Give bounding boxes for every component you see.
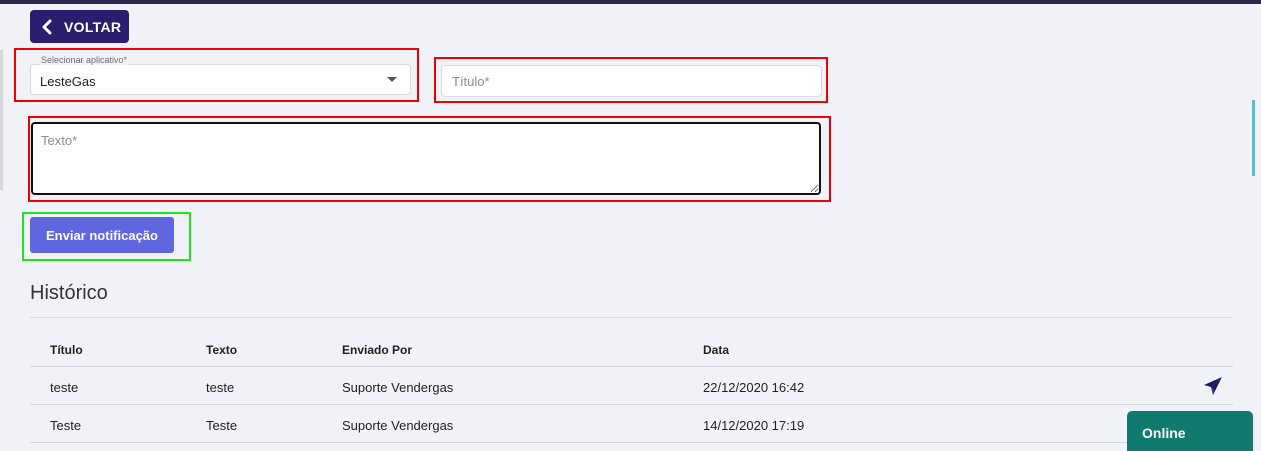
column-header-titulo: Título xyxy=(50,343,83,357)
row-titulo: Teste xyxy=(50,418,82,433)
text-textarea[interactable] xyxy=(31,122,821,195)
table-row: Teste Teste Suporte Vendergas 14/12/2020… xyxy=(30,405,1233,443)
online-chat-badge[interactable]: Online xyxy=(1127,411,1253,451)
column-header-texto: Texto xyxy=(206,343,238,357)
history-table: Título Texto Enviado Por Data teste test… xyxy=(30,329,1233,443)
app-select[interactable]: LesteGas xyxy=(30,64,411,95)
back-button[interactable]: VOLTAR xyxy=(30,10,129,43)
top-bar xyxy=(0,0,1261,4)
app-select-value: LesteGas xyxy=(40,74,96,89)
row-titulo: teste xyxy=(50,380,79,395)
send-notification-button[interactable]: Enviar notificação xyxy=(30,217,174,253)
chevron-left-icon xyxy=(42,19,52,34)
app-select-label: Selecionar aplicativo* xyxy=(40,55,129,65)
column-header-data: Data xyxy=(703,343,730,357)
table-header: Título Texto Enviado Por Data xyxy=(30,329,1233,367)
history-divider xyxy=(30,317,1233,318)
row-enviado-por: Suporte Vendergas xyxy=(342,418,454,433)
back-button-label: VOLTAR xyxy=(64,18,122,35)
title-input[interactable] xyxy=(441,65,822,97)
send-notification-label: Enviar notificação xyxy=(46,227,158,243)
row-data: 22/12/2020 16:42 xyxy=(703,380,805,395)
send-plane-icon[interactable] xyxy=(1203,376,1223,396)
row-enviado-por: Suporte Vendergas xyxy=(342,380,454,395)
row-data: 14/12/2020 17:19 xyxy=(703,418,805,433)
online-chat-label: Online xyxy=(1142,425,1186,441)
table-row: teste teste Suporte Vendergas 22/12/2020… xyxy=(30,367,1233,405)
row-texto: Teste xyxy=(206,418,238,433)
row-texto: teste xyxy=(206,380,235,395)
column-header-enviado-por: Enviado Por xyxy=(342,343,413,357)
history-title: Histórico xyxy=(30,282,108,304)
left-edge-shadow xyxy=(0,50,3,190)
caret-down-icon xyxy=(387,77,397,82)
scrollbar-thumb[interactable] xyxy=(1252,100,1255,176)
